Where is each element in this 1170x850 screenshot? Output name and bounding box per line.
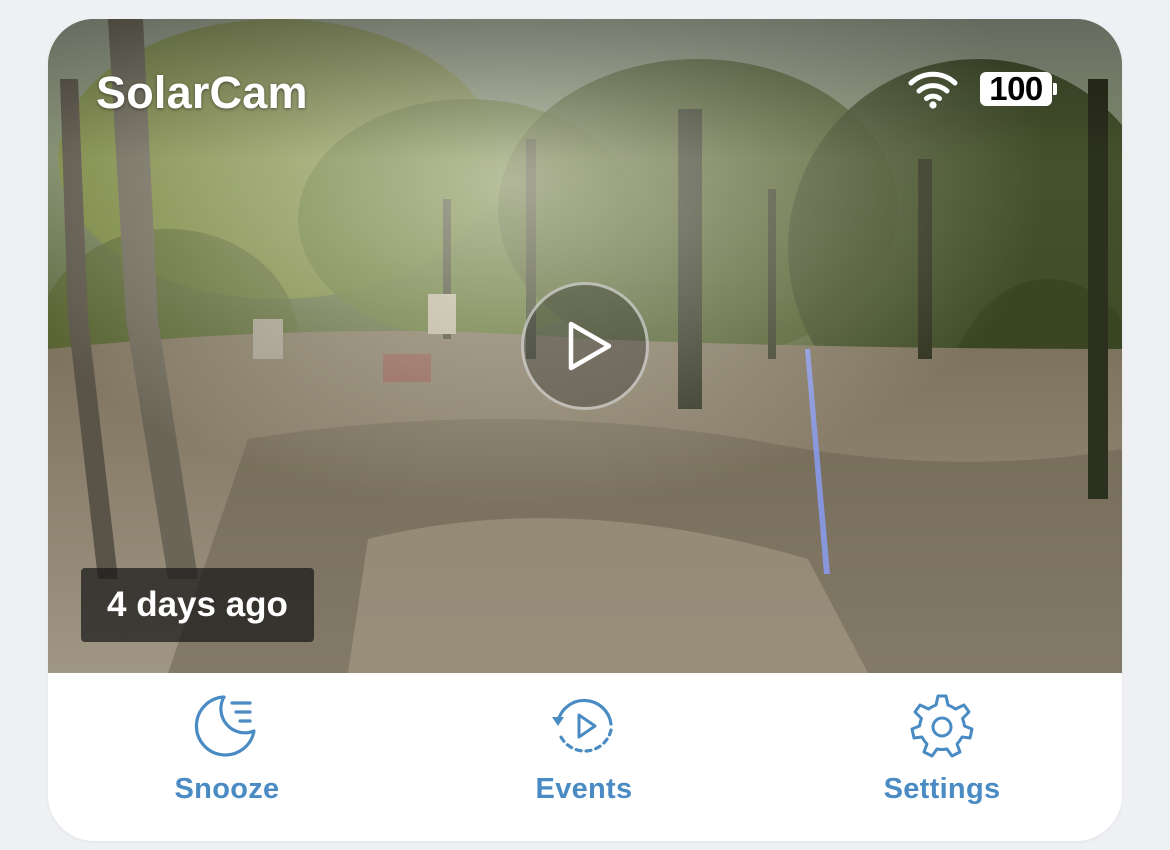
events-button[interactable]: Events	[464, 691, 704, 821]
play-icon	[568, 321, 612, 371]
wifi-icon	[908, 71, 958, 109]
settings-button[interactable]: Settings	[822, 691, 1062, 821]
action-bar: Snooze Events Settings	[48, 673, 1122, 841]
moon-snooze-icon	[194, 695, 256, 757]
status-indicators: 100	[908, 69, 1057, 109]
battery-icon: 100	[980, 70, 1057, 107]
events-label: Events	[535, 773, 633, 805]
play-button[interactable]	[521, 282, 649, 410]
camera-snapshot[interactable]: SolarCam 100 4 days ago	[48, 19, 1122, 673]
snooze-button[interactable]: Snooze	[107, 691, 347, 821]
battery-level: 100	[989, 70, 1043, 107]
settings-label: Settings	[883, 773, 1001, 805]
events-replay-icon	[552, 698, 613, 753]
camera-card: SolarCam 100 4 days ago Snooze Events Se…	[48, 19, 1122, 841]
camera-name: SolarCam	[96, 67, 308, 118]
gear-icon	[910, 694, 974, 758]
last-event-badge: 4 days ago	[81, 568, 314, 642]
snooze-label: Snooze	[174, 773, 280, 805]
